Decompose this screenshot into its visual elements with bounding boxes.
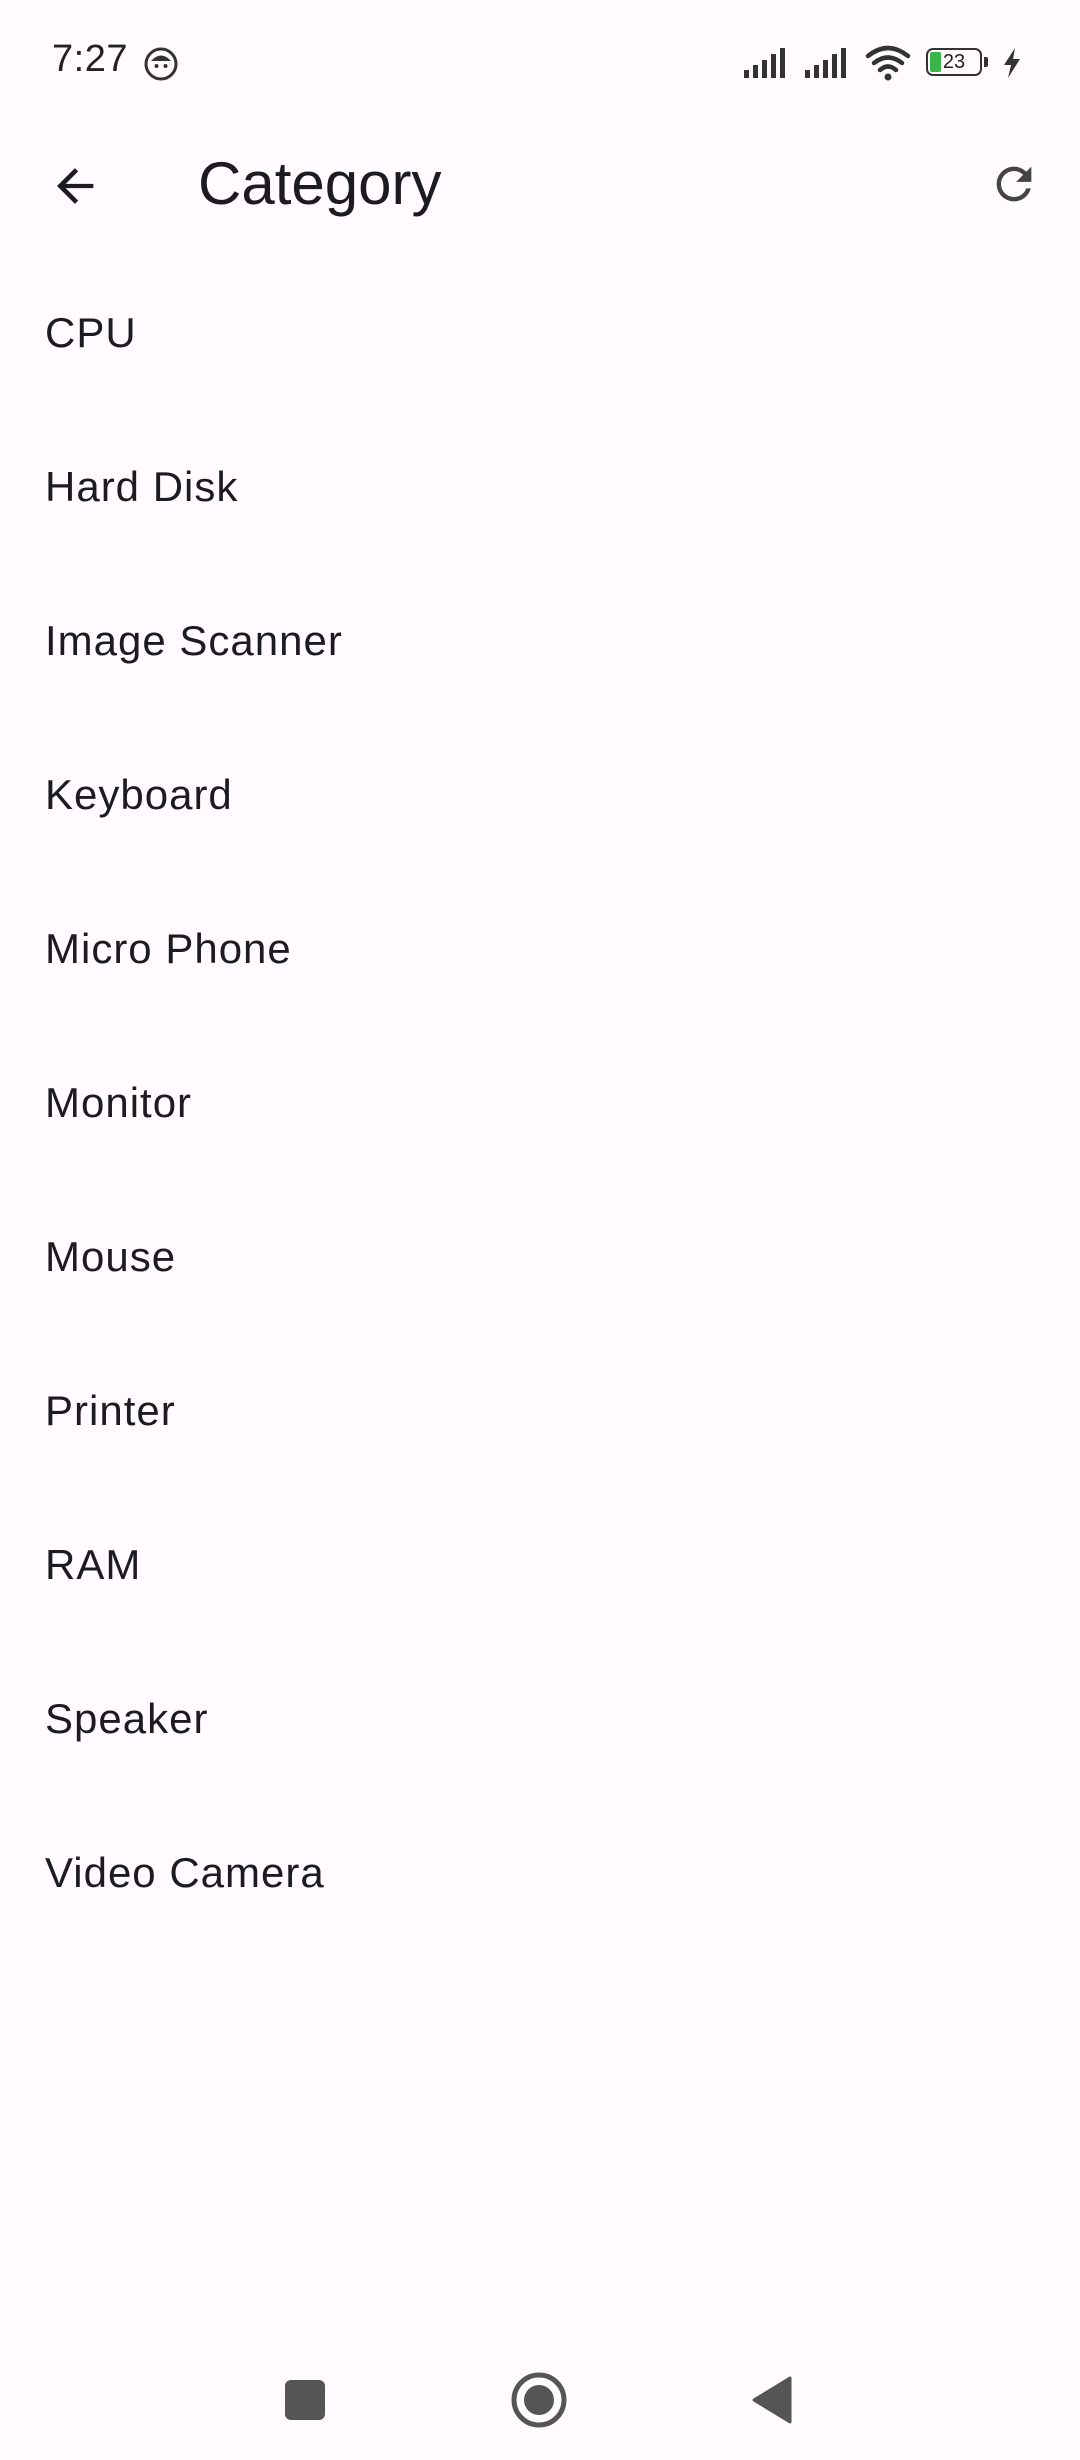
list-item-label: RAM bbox=[45, 1541, 142, 1588]
page-title: Category bbox=[198, 150, 442, 217]
refresh-icon bbox=[996, 166, 1032, 202]
signal-icon bbox=[805, 48, 846, 78]
wifi-icon bbox=[865, 45, 911, 81]
back-triangle-icon bbox=[752, 2376, 792, 2424]
list-item-label: Speaker bbox=[45, 1695, 209, 1742]
signal-icon bbox=[744, 48, 785, 78]
list-item-label: CPU bbox=[45, 309, 137, 356]
list-item-label: Keyboard bbox=[45, 771, 233, 818]
back-button[interactable] bbox=[28, 138, 124, 234]
screen: 7:27 23 Category CPU Hard Disk Image Sca… bbox=[0, 0, 1080, 2460]
list-item-label: Hard Disk bbox=[45, 463, 239, 510]
refresh-button[interactable] bbox=[966, 136, 1062, 232]
list-item-label: Printer bbox=[45, 1387, 176, 1434]
list-item-image-scanner[interactable]: Image Scanner bbox=[0, 564, 1080, 718]
list-item-mouse[interactable]: Mouse bbox=[0, 1180, 1080, 1334]
nav-recents-button[interactable] bbox=[265, 2360, 345, 2440]
battery-cap bbox=[984, 57, 988, 67]
list-item-hard-disk[interactable]: Hard Disk bbox=[0, 410, 1080, 564]
list-item-video-camera[interactable]: Video Camera bbox=[0, 1796, 1080, 1950]
recents-square-icon bbox=[285, 2380, 325, 2420]
status-time: 7:27 bbox=[52, 38, 128, 80]
list-item-keyboard[interactable]: Keyboard bbox=[0, 718, 1080, 872]
list-item-label: Micro Phone bbox=[45, 925, 292, 972]
list-item-printer[interactable]: Printer bbox=[0, 1334, 1080, 1488]
list-item-label: Mouse bbox=[45, 1233, 177, 1280]
nav-back-button[interactable] bbox=[732, 2360, 812, 2440]
arrow-back-icon bbox=[57, 168, 94, 204]
home-circle-icon bbox=[511, 2372, 567, 2428]
list-item-label: Video Camera bbox=[45, 1849, 325, 1896]
battery-level: 23 bbox=[942, 51, 966, 73]
list-item-cpu[interactable]: CPU bbox=[0, 256, 1080, 410]
list-item-micro-phone[interactable]: Micro Phone bbox=[0, 872, 1080, 1026]
list-item-speaker[interactable]: Speaker bbox=[0, 1642, 1080, 1796]
list-item-monitor[interactable]: Monitor bbox=[0, 1026, 1080, 1180]
battery-icon: 23 bbox=[926, 48, 990, 80]
charging-icon bbox=[1004, 48, 1020, 78]
list-item-label: Monitor bbox=[45, 1079, 193, 1126]
list-item-ram[interactable]: RAM bbox=[0, 1488, 1080, 1642]
list-item-label: Image Scanner bbox=[45, 617, 343, 664]
nav-home-button[interactable] bbox=[499, 2360, 579, 2440]
app-bar: Category bbox=[0, 130, 1080, 230]
system-nav-bar bbox=[0, 2330, 1080, 2460]
notification-face-icon bbox=[144, 47, 178, 81]
category-list: CPU Hard Disk Image Scanner Keyboard Mic… bbox=[0, 256, 1080, 1950]
status-bar: 7:27 23 bbox=[0, 0, 1080, 130]
